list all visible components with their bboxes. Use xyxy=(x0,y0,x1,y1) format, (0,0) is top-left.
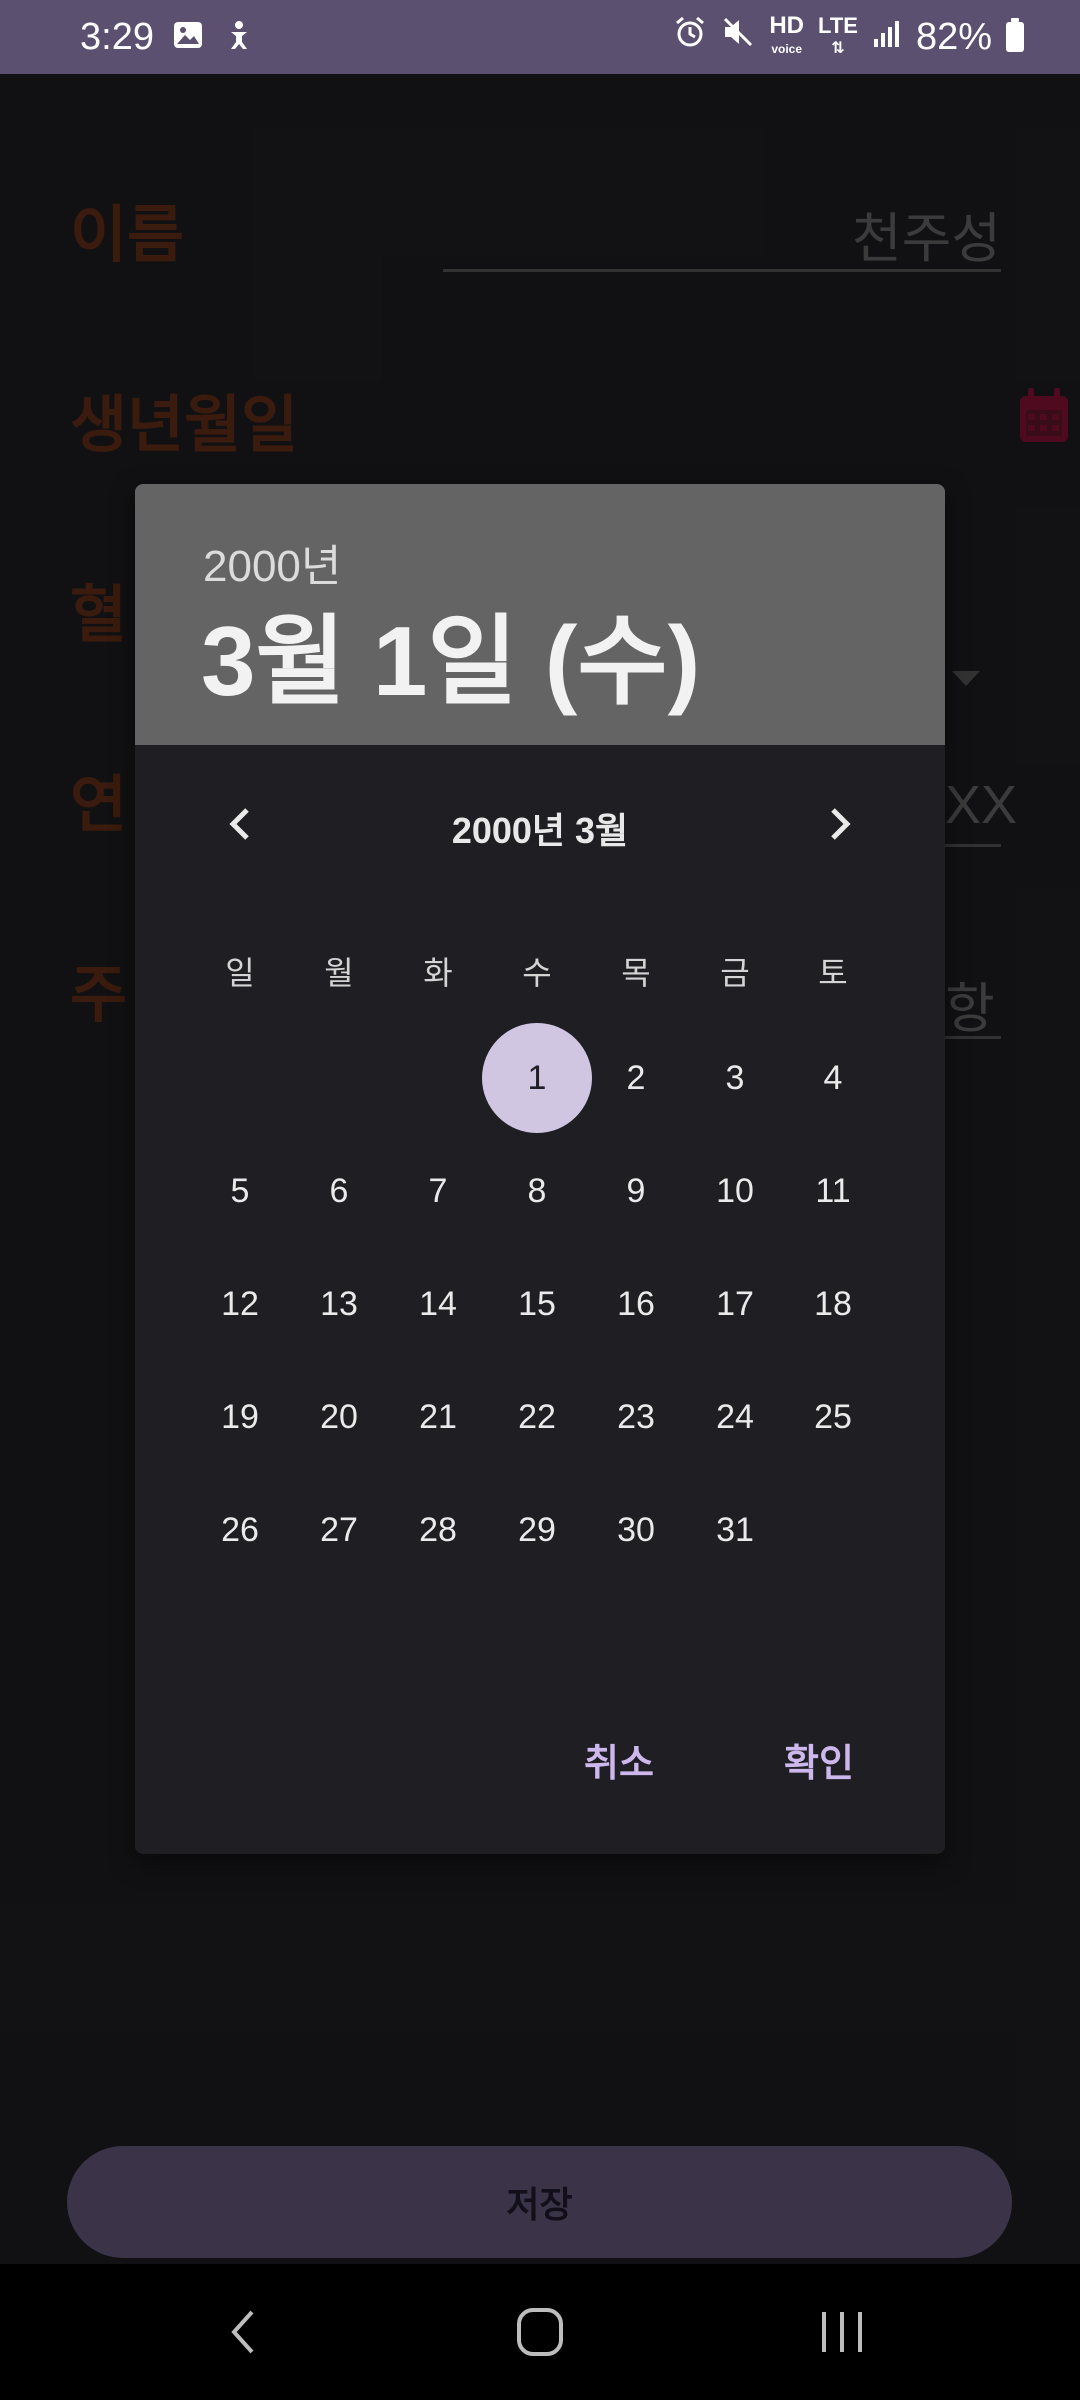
calendar-day[interactable]: 30 xyxy=(581,1475,691,1585)
calendar-day[interactable]: 31 xyxy=(680,1475,790,1585)
weekday-label: 금 xyxy=(720,955,750,991)
cancel-button[interactable]: 취소 xyxy=(584,1732,654,1787)
calendar-day[interactable]: 26 xyxy=(185,1475,295,1585)
calendar-day[interactable]: 11 xyxy=(778,1136,888,1246)
calendar-day[interactable]: 18 xyxy=(778,1249,888,1359)
home-icon[interactable] xyxy=(516,2302,564,2362)
calendar-day[interactable]: 17 xyxy=(680,1249,790,1359)
calendar-day[interactable]: 25 xyxy=(778,1362,888,1472)
back-icon[interactable] xyxy=(224,2302,260,2362)
calendar-day[interactable]: 16 xyxy=(581,1249,691,1359)
calendar-day[interactable]: 21 xyxy=(383,1362,493,1472)
accessibility-icon xyxy=(222,18,256,57)
weekday-label: 수 xyxy=(522,955,552,991)
date-picker-header: 2000년 3월 1일 (수) xyxy=(135,484,945,745)
calendar-day[interactable]: 27 xyxy=(284,1475,394,1585)
recents-icon[interactable] xyxy=(818,2302,866,2362)
weekday-label: 월 xyxy=(324,955,354,991)
calendar-day[interactable]: 9 xyxy=(581,1136,691,1246)
calendar-day[interactable]: 24 xyxy=(680,1362,790,1472)
dialog-actions: 취소 확인 xyxy=(135,1724,945,1794)
weekday-label: 목 xyxy=(621,955,651,991)
calendar-day[interactable]: 3 xyxy=(680,1023,790,1133)
calendar-day[interactable]: 14 xyxy=(383,1249,493,1359)
calendar-day[interactable]: 22 xyxy=(482,1362,592,1472)
month-navigation: 2000년 3월 xyxy=(135,794,945,854)
calendar-day[interactable]: 6 xyxy=(284,1136,394,1246)
mute-icon xyxy=(721,15,755,59)
signal-icon xyxy=(872,16,902,59)
calendar-day-selected[interactable]: 1 xyxy=(482,1023,592,1133)
status-time: 3:29 xyxy=(80,15,154,58)
battery-percent: 82% xyxy=(915,15,992,58)
status-bar: 3:29 HD voice LTE ⇅ 82% xyxy=(0,0,1080,74)
calendar-day[interactable]: 13 xyxy=(284,1249,394,1359)
alarm-icon xyxy=(673,15,707,59)
calendar-day[interactable]: 2 xyxy=(581,1023,691,1133)
lte-icon: LTE ⇅ xyxy=(818,12,858,57)
weekday-label: 화 xyxy=(423,955,453,991)
battery-icon xyxy=(1006,18,1024,52)
screen: 3:29 HD voice LTE ⇅ 82% 이름 천주성 생년월일 혈 연 … xyxy=(0,0,1080,2400)
calendar-day[interactable]: 12 xyxy=(185,1249,295,1359)
calendar-day[interactable]: 8 xyxy=(482,1136,592,1246)
calendar-day[interactable]: 7 xyxy=(383,1136,493,1246)
weekday-label: 토 xyxy=(818,955,848,991)
weekday-label: 일 xyxy=(225,955,255,991)
calendar-day[interactable]: 19 xyxy=(185,1362,295,1472)
calendar-day[interactable]: 28 xyxy=(383,1475,493,1585)
calendar-day[interactable]: 5 xyxy=(185,1136,295,1246)
calendar-day[interactable]: 23 xyxy=(581,1362,691,1472)
date-picker-dialog: 2000년 3월 1일 (수) 2000년 3월 일월화수목금토 1234567… xyxy=(135,484,945,1854)
calendar-day[interactable]: 20 xyxy=(284,1362,394,1472)
header-selected-date: 3월 1일 (수) xyxy=(201,606,701,716)
calendar-day[interactable]: 4 xyxy=(778,1023,888,1133)
gallery-icon xyxy=(172,19,204,56)
calendar-day[interactable]: 15 xyxy=(482,1249,592,1359)
ok-button[interactable]: 확인 xyxy=(784,1732,854,1787)
navigation-bar xyxy=(0,2264,1080,2400)
calendar-day[interactable]: 10 xyxy=(680,1136,790,1246)
chevron-right-icon[interactable] xyxy=(817,802,861,846)
hd-voice-icon: HD voice xyxy=(769,11,805,56)
calendar-day[interactable]: 29 xyxy=(482,1475,592,1585)
